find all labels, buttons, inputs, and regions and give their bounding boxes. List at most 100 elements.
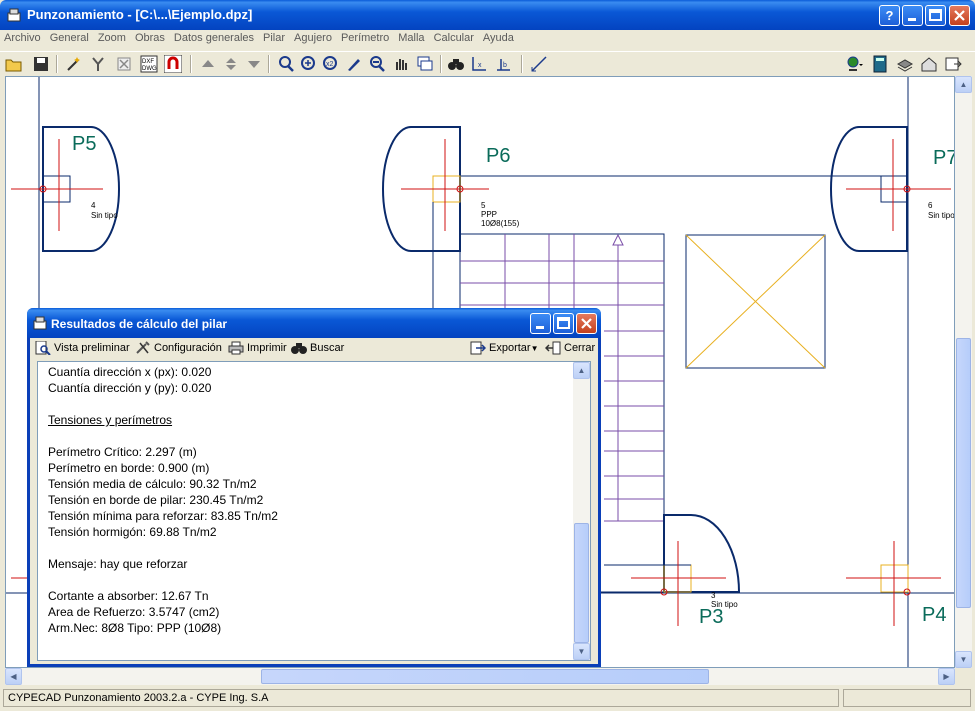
open-folder-icon[interactable] [5, 55, 23, 73]
menu-datos-generales[interactable]: Datos generales [170, 30, 259, 44]
help-button[interactable]: ? [879, 5, 900, 26]
svg-text:x: x [478, 62, 482, 69]
scroll-corner [955, 668, 972, 685]
result-line: Tensión en borde de pilar: 230.45 Tn/m2 [48, 493, 264, 507]
menu-general[interactable]: General [46, 30, 94, 44]
menu-agujero[interactable]: Agujero [290, 30, 337, 44]
result-line: Cuantía dirección x (px): 0.020 [48, 365, 212, 379]
results-app-icon [33, 316, 47, 330]
menu-malla[interactable]: Malla [394, 30, 429, 44]
results-scroll-up-button[interactable]: ▲ [573, 362, 590, 379]
column-p5[interactable]: P5 4 Sin tipo [11, 126, 120, 252]
svg-text:10Ø8(155): 10Ø8(155) [481, 219, 520, 228]
svg-text:DWG: DWG [142, 66, 157, 72]
horizontal-scrollbar[interactable]: ◀ ▶ [5, 668, 955, 685]
result-blank-line [48, 428, 278, 444]
menu-ayuda[interactable]: Ayuda [479, 30, 519, 44]
dxf-dwg-icon[interactable]: DXFDWG [140, 55, 158, 73]
scroll-left-button[interactable]: ◀ [5, 668, 22, 685]
config-button[interactable]: Configuración [135, 341, 222, 355]
windows-icon[interactable] [416, 55, 434, 73]
app-window: Punzonamiento - [C:\...\Ejemplo.dpz] ? A… [0, 0, 975, 711]
magnet-icon[interactable] [164, 55, 182, 73]
menu-perimetro[interactable]: Perímetro [337, 30, 394, 44]
layers-3d-icon[interactable] [896, 55, 914, 73]
hole[interactable] [685, 234, 826, 369]
up-down-arrow-icon[interactable] [222, 55, 240, 73]
wand-icon[interactable] [65, 55, 83, 73]
axis-x-icon[interactable]: x [470, 55, 488, 73]
results-toolbar: Vista preliminar Configuración Imprimir … [30, 338, 598, 360]
svg-text:DXF: DXF [142, 59, 154, 65]
results-close-button[interactable] [576, 313, 597, 334]
edit-icon[interactable] [345, 55, 363, 73]
result-line: Tensión mínima para reforzar: 83.85 Tn/m… [48, 509, 278, 523]
column-p3[interactable]: P3 3 Sin tipo [604, 514, 741, 628]
result-line: Tensión media de cálculo: 90.32 Tn/m2 [48, 477, 257, 491]
results-scroll-down-button[interactable]: ▼ [573, 643, 590, 660]
svg-text:b: b [503, 62, 507, 69]
menu-obras[interactable]: Obras [131, 30, 170, 44]
results-minimize-button[interactable] [530, 313, 551, 334]
zoom-all-icon[interactable] [300, 55, 318, 73]
up-arrow-icon[interactable] [199, 55, 217, 73]
menu-pilar[interactable]: Pilar [259, 30, 290, 44]
title-bar: Punzonamiento - [C:\...\Ejemplo.dpz] ? [0, 0, 975, 30]
measure-icon[interactable] [530, 55, 548, 73]
svg-text:x2: x2 [326, 61, 334, 68]
result-line: Mensaje: hay que reforzar [48, 557, 188, 571]
svg-text:Sin tipo: Sin tipo [711, 600, 738, 609]
globe-dropdown-icon[interactable] [845, 55, 863, 73]
menu-archivo[interactable]: Archivo [0, 30, 46, 44]
export-drawing-icon[interactable] [944, 55, 962, 73]
binoculars-icon[interactable] [447, 55, 465, 73]
result-line: Area de Refuerzo: 3.5747 (cm2) [48, 605, 220, 619]
preview-button[interactable]: Vista preliminar [35, 341, 130, 355]
result-blank-line [48, 540, 278, 556]
column-p4[interactable]: P4 [846, 541, 946, 626]
search-button[interactable]: Buscar [291, 341, 344, 355]
column-p6[interactable]: P6 5 PPP 10Ø8(155) [382, 126, 520, 309]
results-maximize-button[interactable] [553, 313, 574, 334]
zoom-window-icon[interactable] [277, 55, 295, 73]
down-arrow-icon[interactable] [245, 55, 263, 73]
results-text-area[interactable]: Cuantía dirección x (px): 0.020 Cuantía d… [37, 361, 591, 661]
delete-icon[interactable] [115, 55, 133, 73]
close-button[interactable] [949, 5, 970, 26]
zoom-x2-icon[interactable]: x2 [322, 55, 340, 73]
save-icon[interactable] [32, 55, 50, 73]
calculator-icon[interactable] [871, 55, 889, 73]
maximize-button[interactable] [925, 5, 946, 26]
label-p5: P5 [72, 133, 96, 155]
axis-b-icon[interactable]: b [494, 55, 512, 73]
pan-hand-icon[interactable] [392, 55, 410, 73]
label-p6: P6 [486, 145, 510, 167]
minimize-button[interactable] [902, 5, 923, 26]
svg-text:Sin tipo: Sin tipo [928, 211, 955, 220]
menu-zoom[interactable]: Zoom [94, 30, 131, 44]
zoom-out-icon[interactable] [368, 55, 386, 73]
scroll-right-button[interactable]: ▶ [938, 668, 955, 685]
results-vertical-scrollbar[interactable]: ▲ ▼ [573, 362, 590, 660]
results-scroll-thumb[interactable] [574, 523, 589, 643]
scroll-up-button[interactable]: ▲ [955, 76, 972, 93]
main-toolbar: DXF DWG x2 x b [0, 51, 975, 75]
close-results-button[interactable]: Cerrar [545, 341, 595, 355]
scroll-down-button[interactable]: ▼ [955, 651, 972, 668]
results-window: Resultados de cálculo del pilar Vista pr… [27, 308, 601, 667]
export-button[interactable]: Exportar▼ [470, 341, 539, 355]
result-blank-line [48, 396, 278, 412]
tools-icon[interactable] [89, 55, 107, 73]
app-icon [7, 8, 21, 22]
column-p7[interactable]: P7 6 Sin tipo [830, 126, 955, 252]
result-line: Cuantía dirección y (py): 0.020 [48, 381, 212, 395]
print-button[interactable]: Imprimir [228, 341, 287, 355]
vertical-scroll-thumb[interactable] [956, 338, 971, 608]
vertical-scrollbar[interactable]: ▲ ▼ [955, 76, 972, 668]
house-icon[interactable] [920, 55, 938, 73]
svg-text:PPP: PPP [481, 210, 497, 219]
status-panel [843, 689, 971, 707]
horizontal-scroll-thumb[interactable] [261, 669, 709, 684]
results-title-bar[interactable]: Resultados de cálculo del pilar [27, 308, 601, 338]
menu-calcular[interactable]: Calcular [430, 30, 479, 44]
